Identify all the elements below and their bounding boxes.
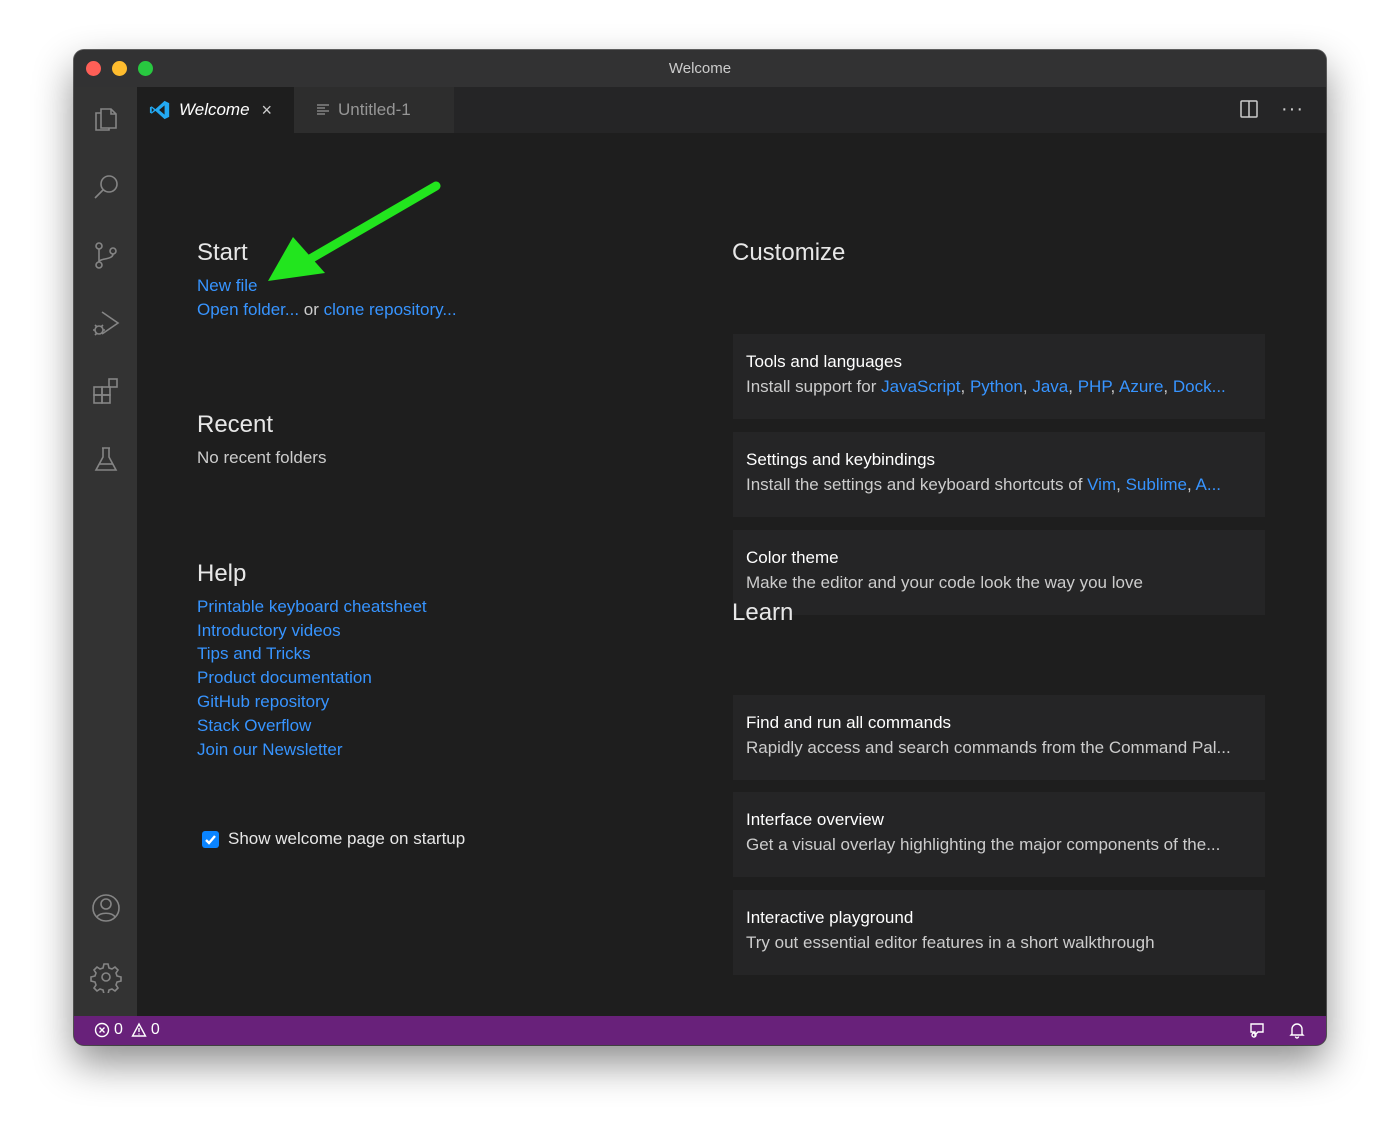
color-theme-card[interactable]: Color theme Make the editor and your cod…	[733, 530, 1265, 615]
no-recent-text: No recent folders	[197, 448, 327, 467]
close-window-button[interactable]	[86, 61, 101, 76]
card-title: Settings and keybindings	[746, 450, 936, 469]
problems-indicator[interactable]: 0 0	[94, 1021, 160, 1039]
show-on-startup-row: Show welcome page on startup	[202, 829, 465, 849]
learn-heading: Learn	[732, 599, 794, 626]
lang-link-javascript[interactable]: JavaScript	[881, 377, 960, 396]
more-actions-icon[interactable]: ···	[1281, 99, 1304, 119]
help-link-github[interactable]: GitHub repository	[197, 692, 329, 712]
help-link-tips[interactable]: Tips and Tricks	[197, 644, 311, 664]
card-title: Interface overview	[746, 810, 884, 829]
lang-link-azure[interactable]: Azure	[1119, 377, 1163, 396]
card-description: Make the editor and your code look the w…	[746, 573, 1143, 592]
error-count: 0	[114, 1021, 123, 1038]
run-debug-icon[interactable]	[88, 305, 124, 341]
tab-bar: Welcome × Untitled-1 ···	[137, 87, 1326, 133]
card-description: Get a visual overlay highlighting the ma…	[746, 835, 1221, 854]
status-bar: 0 0	[74, 1016, 1326, 1045]
warning-icon	[131, 1022, 147, 1037]
start-heading: Start	[197, 239, 248, 266]
tab-untitled-label: Untitled-1	[338, 100, 411, 119]
minimize-window-button[interactable]	[112, 61, 127, 76]
warning-count: 0	[150, 1021, 160, 1038]
tab-untitled[interactable]: Untitled-1	[294, 87, 454, 133]
status-bar-right	[1248, 1021, 1306, 1039]
interactive-playground-card[interactable]: Interactive playground Try out essential…	[733, 890, 1265, 975]
tab-welcome-label: Welcome	[179, 100, 250, 119]
lang-link-docker[interactable]: Dock...	[1173, 377, 1226, 396]
lang-link-java[interactable]: Java	[1032, 377, 1068, 396]
lang-link-php[interactable]: PHP	[1078, 377, 1111, 396]
lang-link-python[interactable]: Python	[970, 377, 1023, 396]
window-controls	[86, 61, 153, 76]
testing-icon[interactable]	[88, 441, 124, 477]
keymap-link-sublime[interactable]: Sublime	[1126, 475, 1187, 494]
help-link-videos[interactable]: Introductory videos	[197, 621, 341, 641]
interface-overview-card[interactable]: Interface overview Get a visual overlay …	[733, 792, 1265, 877]
show-on-startup-label: Show welcome page on startup	[228, 829, 466, 848]
feedback-icon[interactable]	[1248, 1021, 1266, 1039]
help-heading: Help	[197, 560, 247, 587]
help-link-cheatsheet[interactable]: Printable keyboard cheatsheet	[197, 597, 427, 617]
help-link-docs[interactable]: Product documentation	[197, 668, 372, 688]
card-title: Find and run all commands	[746, 713, 952, 732]
explorer-icon[interactable]	[88, 101, 124, 137]
extensions-icon[interactable]	[88, 373, 124, 409]
checkmark-icon	[205, 834, 216, 845]
title-bar: Welcome	[74, 50, 1326, 87]
tools-languages-card[interactable]: Tools and languages Install support for …	[733, 334, 1265, 419]
card-title: Tools and languages	[746, 352, 902, 371]
or-text: or	[299, 300, 324, 319]
lines-file-icon	[317, 104, 329, 115]
activity-bar	[74, 87, 137, 1016]
search-icon[interactable]	[88, 169, 124, 205]
tab-welcome[interactable]: Welcome ×	[137, 87, 294, 133]
help-link-stackoverflow[interactable]: Stack Overflow	[197, 716, 311, 736]
find-commands-card[interactable]: Find and run all commands Rapidly access…	[733, 695, 1265, 780]
new-file-link[interactable]: New file	[197, 276, 257, 296]
maximize-window-button[interactable]	[138, 61, 153, 76]
vscode-window: Welcome Welcome × Untitled-1 ··· Start N…	[74, 50, 1326, 1045]
settings-keybindings-card[interactable]: Settings and keybindings Install the set…	[733, 432, 1265, 517]
card-title: Color theme	[746, 548, 839, 567]
keymap-link-vim[interactable]: Vim	[1087, 475, 1116, 494]
keymap-link-more[interactable]: A...	[1196, 475, 1222, 494]
window-title: Welcome	[668, 60, 732, 77]
card-description: Rapidly access and search commands from …	[746, 738, 1231, 757]
vscode-logo-icon	[149, 100, 170, 120]
bell-icon[interactable]	[1288, 1021, 1306, 1039]
open-folder-row: Open folder... or clone repository...	[197, 300, 457, 320]
open-folder-link[interactable]: Open folder...	[197, 300, 299, 319]
account-icon[interactable]	[88, 890, 124, 926]
error-icon	[94, 1022, 110, 1038]
recent-heading: Recent	[197, 411, 274, 438]
welcome-page: Start New file Open folder... or clone r…	[137, 133, 1326, 1016]
settings-gear-icon[interactable]	[88, 959, 124, 995]
card-description: Install the settings and keyboard shortc…	[746, 475, 1222, 494]
source-control-icon[interactable]	[88, 237, 124, 273]
close-icon[interactable]: ×	[262, 100, 273, 121]
card-description: Try out essential editor features in a s…	[746, 933, 1155, 952]
help-link-newsletter[interactable]: Join our Newsletter	[197, 740, 343, 760]
show-on-startup-checkbox[interactable]	[202, 830, 219, 848]
customize-heading: Customize	[732, 239, 846, 266]
clone-repository-link[interactable]: clone repository...	[324, 300, 457, 319]
editor-actions: ···	[1239, 99, 1304, 119]
split-editor-icon[interactable]	[1239, 99, 1259, 119]
card-description: Install support for JavaScript, Python, …	[746, 377, 1226, 396]
card-title: Interactive playground	[746, 908, 914, 927]
